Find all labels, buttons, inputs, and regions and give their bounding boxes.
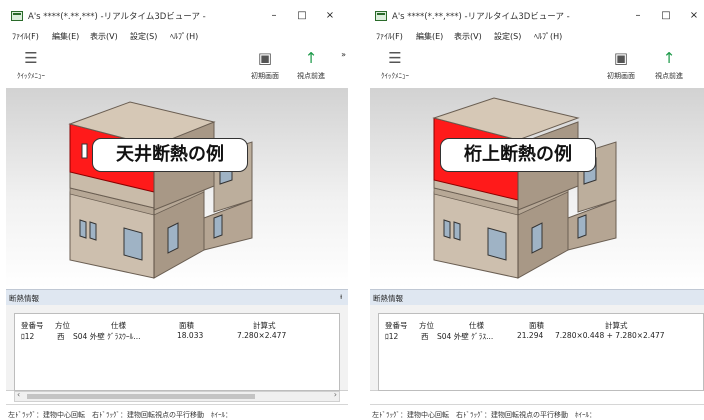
toolbar: ☰ ｸｲｯｸﾒﾆｭｰ ▣ 初期画面 ↑ 視点前進 » bbox=[6, 46, 348, 86]
close-button[interactable]: × bbox=[682, 8, 704, 24]
col-header-formula: 計算式 bbox=[605, 321, 628, 330]
col-header-area: 面積 bbox=[179, 321, 194, 330]
app-icon bbox=[375, 11, 387, 21]
quick-menu-button[interactable]: ☰ ｸｲｯｸﾒﾆｭｰ bbox=[8, 46, 54, 86]
screen-icon: ▣ bbox=[257, 49, 273, 67]
minimize-button[interactable]: – bbox=[626, 8, 650, 24]
forward-view-label: 視点前進 bbox=[655, 72, 683, 80]
hamburger-icon: ☰ bbox=[388, 49, 402, 67]
col-header-direction: 方位 bbox=[419, 321, 434, 330]
initial-view-label: 初期画面 bbox=[607, 72, 635, 80]
title-bar: A's ****(*.**,***) -リアルタイム3Dビューア - – □ × bbox=[6, 6, 348, 26]
forward-view-label: 視点前進 bbox=[297, 72, 325, 80]
maximize-button[interactable]: □ bbox=[654, 8, 678, 24]
arrow-up-icon: ↑ bbox=[662, 49, 676, 67]
hamburger-icon: ☰ bbox=[24, 49, 38, 67]
row-area: 18.033 bbox=[177, 331, 204, 340]
menu-edit[interactable]: 編集(E) bbox=[416, 31, 443, 42]
menu-edit[interactable]: 編集(E) bbox=[52, 31, 79, 42]
col-header-spec: 仕様 bbox=[469, 321, 484, 330]
pin-icon[interactable]: ᵼ bbox=[340, 292, 342, 301]
window-title: A's ****(*.**,***) -リアルタイム3Dビューア - bbox=[392, 12, 570, 22]
row-spec: S04 外壁 ｸﾞﾗｽ... bbox=[437, 332, 494, 341]
insulation-panel-title: 断熱情報 bbox=[9, 294, 39, 303]
menu-help[interactable]: ﾍﾙﾌﾟ(H) bbox=[534, 31, 562, 42]
menu-file[interactable]: ﾌｧｲﾙ(F) bbox=[376, 31, 403, 42]
initial-view-button[interactable]: ▣ 初期画面 bbox=[242, 46, 288, 86]
menu-help[interactable]: ﾍﾙﾌﾟ(H) bbox=[170, 31, 198, 42]
title-bar: A's ****(*.**,***) -リアルタイム3Dビューア - – □ × bbox=[370, 6, 704, 26]
status-bar: 左ﾄﾞﾗｯｸﾞ：建物中心回転 右ﾄﾞﾗｯｸﾞ：建物回転視点の平行移動 ﾎｲｰﾙ： bbox=[6, 404, 348, 420]
3d-viewport[interactable]: 天井断熱の例 bbox=[6, 88, 348, 288]
col-header-number: 登番号 bbox=[385, 321, 408, 330]
3d-viewport[interactable]: 桁上断熱の例 bbox=[370, 88, 704, 288]
row-direction: 西 bbox=[57, 332, 65, 341]
initial-view-label: 初期画面 bbox=[251, 72, 279, 80]
row-area: 21.294 bbox=[517, 331, 544, 340]
toolbar: ☰ ｸｲｯｸﾒﾆｭｰ ▣ 初期画面 ↑ 視点前進 » bbox=[370, 46, 704, 86]
insulation-panel-header: 断熱情報 ᵼ bbox=[6, 289, 348, 305]
forward-view-button[interactable]: ↑ 視点前進 bbox=[288, 46, 334, 86]
quick-menu-label: ｸｲｯｸﾒﾆｭｰ bbox=[381, 72, 409, 80]
insulation-panel-header: 断熱情報 ᵼ bbox=[370, 289, 704, 305]
example-callout: 桁上断熱の例 bbox=[440, 138, 596, 172]
menu-view[interactable]: 表示(V) bbox=[454, 31, 482, 42]
status-bar: 左ﾄﾞﾗｯｸﾞ：建物中心回転 右ﾄﾞﾗｯｸﾞ：建物回転視点の平行移動 ﾎｲｰﾙ： bbox=[370, 404, 704, 420]
house-model-render bbox=[432, 97, 617, 279]
quick-menu-button[interactable]: ☰ ｸｲｯｸﾒﾆｭｰ bbox=[372, 46, 418, 86]
status-text: 左ﾄﾞﾗｯｸﾞ：建物中心回転 右ﾄﾞﾗｯｸﾞ：建物回転視点の平行移動 ﾎｲｰﾙ： bbox=[372, 411, 596, 419]
menu-settings[interactable]: 設定(S) bbox=[130, 31, 157, 42]
row-formula: 7.280×2.477 bbox=[237, 331, 287, 340]
example-callout: 天井断熱の例 bbox=[92, 138, 248, 172]
menu-view[interactable]: 表示(V) bbox=[90, 31, 118, 42]
col-header-direction: 方位 bbox=[55, 321, 70, 330]
minimize-button[interactable]: – bbox=[262, 8, 286, 24]
initial-view-button[interactable]: ▣ 初期画面 bbox=[598, 46, 644, 86]
insulation-table-area: 登番号 方位 仕様 面積 計算式 ﾛ12 西 S04 外壁 ｸﾞﾗｽ... 21… bbox=[370, 305, 704, 391]
row-number: ﾛ12 bbox=[385, 332, 399, 341]
insulation-panel-title: 断熱情報 bbox=[373, 294, 403, 303]
col-header-spec: 仕様 bbox=[111, 321, 126, 330]
horizontal-scrollbar[interactable]: ‹ › bbox=[14, 390, 340, 402]
row-number: ﾛ12 bbox=[21, 332, 35, 341]
screen-icon: ▣ bbox=[613, 49, 629, 67]
scroll-right-icon[interactable]: › bbox=[334, 390, 337, 399]
toolbar-overflow-icon[interactable]: » bbox=[341, 50, 346, 59]
arrow-up-icon: ↑ bbox=[304, 49, 318, 67]
viewer-window-ceiling: A's ****(*.**,***) -リアルタイム3Dビューア - – □ ×… bbox=[6, 0, 348, 420]
col-header-area: 面積 bbox=[529, 321, 544, 330]
row-formula: 7.280×0.448 + 7.280×2.477 bbox=[555, 331, 665, 340]
insulation-table-area: 登番号 方位 仕様 面積 計算式 ﾛ12 西 S04 外壁 ｸﾞﾗｽｳｰﾙ...… bbox=[6, 305, 348, 391]
status-text: 左ﾄﾞﾗｯｸﾞ：建物中心回転 右ﾄﾞﾗｯｸﾞ：建物回転視点の平行移動 ﾎｲｰﾙ： bbox=[8, 411, 232, 419]
app-icon bbox=[11, 11, 23, 21]
menu-bar: ﾌｧｲﾙ(F) 編集(E) 表示(V) 設定(S) ﾍﾙﾌﾟ(H) bbox=[6, 28, 348, 44]
scroll-thumb[interactable] bbox=[27, 394, 255, 399]
col-header-formula: 計算式 bbox=[253, 321, 276, 330]
viewer-window-beam: A's ****(*.**,***) -リアルタイム3Dビューア - – □ ×… bbox=[370, 0, 704, 420]
insulation-table: 登番号 方位 仕様 面積 計算式 ﾛ12 西 S04 外壁 ｸﾞﾗｽｳｰﾙ...… bbox=[14, 313, 340, 391]
maximize-button[interactable]: □ bbox=[290, 8, 314, 24]
quick-menu-label: ｸｲｯｸﾒﾆｭｰ bbox=[17, 72, 45, 80]
house-model-render bbox=[68, 101, 253, 279]
row-spec: S04 外壁 ｸﾞﾗｽｳｰﾙ... bbox=[73, 332, 141, 341]
close-button[interactable]: × bbox=[318, 8, 342, 24]
row-direction: 西 bbox=[421, 332, 429, 341]
menu-settings[interactable]: 設定(S) bbox=[494, 31, 521, 42]
col-header-number: 登番号 bbox=[21, 321, 44, 330]
insulation-table: 登番号 方位 仕様 面積 計算式 ﾛ12 西 S04 外壁 ｸﾞﾗｽ... 21… bbox=[378, 313, 704, 391]
scroll-left-icon[interactable]: ‹ bbox=[17, 390, 20, 399]
window-title: A's ****(*.**,***) -リアルタイム3Dビューア - bbox=[28, 12, 206, 22]
menu-bar: ﾌｧｲﾙ(F) 編集(E) 表示(V) 設定(S) ﾍﾙﾌﾟ(H) bbox=[370, 28, 704, 44]
menu-file[interactable]: ﾌｧｲﾙ(F) bbox=[12, 31, 39, 42]
forward-view-button[interactable]: ↑ 視点前進 bbox=[646, 46, 692, 86]
